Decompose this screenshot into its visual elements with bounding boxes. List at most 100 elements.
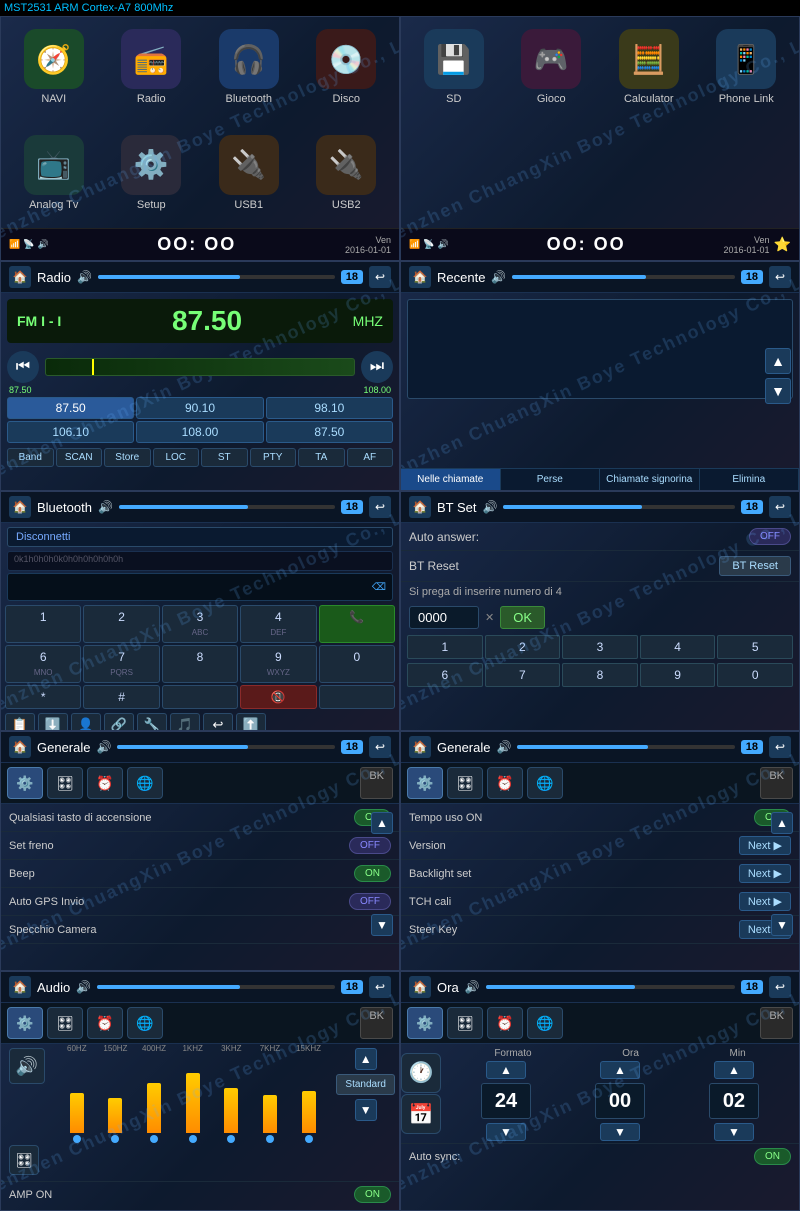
radio-ctrl-scan[interactable]: SCAN xyxy=(56,448,103,467)
audio-eq-icon[interactable]: 🎛 xyxy=(9,1145,39,1175)
audio-scroll-dn[interactable]: ▼ xyxy=(355,1099,377,1121)
right-icon-2[interactable]: 🧮Calculator xyxy=(604,29,694,224)
ora-clock-tab[interactable]: ⏰ xyxy=(487,1007,523,1039)
ora-eq-tab[interactable]: 🎛 xyxy=(447,1007,483,1039)
radio-ctrl-af[interactable]: AF xyxy=(347,448,394,467)
recente-tab-2[interactable]: Chiamate signorina xyxy=(600,469,700,490)
radio-next-btn[interactable]: ⏭ xyxy=(361,351,393,383)
gen2-settings-tab[interactable]: ⚙️ xyxy=(407,767,443,799)
preset-btn-2[interactable]: 98.10 xyxy=(266,397,393,419)
gen1-eq-tab[interactable]: 🎛 xyxy=(47,767,83,799)
radio-ctrl-pty[interactable]: PTY xyxy=(250,448,297,467)
preset-btn-0[interactable]: 87.50 xyxy=(7,397,134,419)
eq-bar-wrap-2[interactable] xyxy=(136,1063,172,1143)
btset-num-0-0[interactable]: 1 xyxy=(407,635,483,659)
eq-bar-wrap-0[interactable] xyxy=(59,1063,95,1143)
radio-vol-slider[interactable] xyxy=(98,275,335,279)
eq-bar-wrap-1[interactable] xyxy=(98,1063,134,1143)
gen1-clock-tab[interactable]: ⏰ xyxy=(87,767,123,799)
left-icon-1[interactable]: 📻Radio xyxy=(107,29,197,119)
min-dn-btn[interactable]: ▼ xyxy=(714,1123,754,1141)
ora-back-btn[interactable]: ↩ xyxy=(769,976,791,998)
bt-home-btn[interactable]: 🏠 xyxy=(9,496,31,518)
bt-act-up[interactable]: ⬆️ xyxy=(236,713,266,731)
audio-eq-tab[interactable]: 🎛 xyxy=(47,1007,83,1039)
ora-home-btn[interactable]: 🏠 xyxy=(409,976,431,998)
audio-settings-tab[interactable]: ⚙️ xyxy=(7,1007,43,1039)
gen1-vol-slider[interactable] xyxy=(117,745,334,749)
left-icon2-2[interactable]: 🔌USB1 xyxy=(204,135,294,225)
recente-tab-0[interactable]: Nelle chiamate xyxy=(401,469,501,490)
left-icon2-3[interactable]: 🔌USB2 xyxy=(302,135,392,225)
bt-back-btn[interactable]: ↩ xyxy=(369,496,391,518)
audio-scroll-up[interactable]: ▲ xyxy=(355,1048,377,1070)
gen1-home-btn[interactable]: 🏠 xyxy=(9,736,31,758)
numpad-btn-1-1[interactable]: 7PQRS xyxy=(83,645,159,683)
standard-btn[interactable]: Standard xyxy=(336,1074,395,1095)
numpad-btn-0-4[interactable]: 📞 xyxy=(319,605,395,643)
btset-num-1-3[interactable]: 9 xyxy=(640,663,716,687)
numpad-btn-1-2[interactable]: 8 xyxy=(162,645,238,683)
recente-home-btn[interactable]: 🏠 xyxy=(409,266,431,288)
amp-toggle[interactable]: ON xyxy=(354,1186,391,1203)
preset-btn-3[interactable]: 106.10 xyxy=(7,421,134,443)
bt-act-dl[interactable]: ⬇️ xyxy=(38,713,68,731)
recente-up-btn[interactable]: ▲ xyxy=(765,348,791,374)
gen2-eq-tab[interactable]: 🎛 xyxy=(447,767,483,799)
btset-back-btn[interactable]: ↩ xyxy=(769,496,791,518)
preset-btn-1[interactable]: 90.10 xyxy=(136,397,263,419)
numpad-btn-2-2[interactable] xyxy=(162,685,238,709)
formato-up-btn[interactable]: ▲ xyxy=(486,1061,526,1079)
numpad-btn-2-1[interactable]: # xyxy=(83,685,159,709)
eq-bar-wrap-4[interactable] xyxy=(214,1063,250,1143)
recente-tab-1[interactable]: Perse xyxy=(501,469,601,490)
gen2-scroll-dn[interactable]: ▼ xyxy=(771,914,793,936)
autosync-toggle[interactable]: ON xyxy=(754,1148,791,1165)
left-icon2-1[interactable]: ⚙️Setup xyxy=(107,135,197,225)
gen1-globe-tab[interactable]: 🌐 xyxy=(127,767,163,799)
left-icon-3[interactable]: 💿Disco xyxy=(302,29,392,119)
btset-num-0-2[interactable]: 3 xyxy=(562,635,638,659)
radio-freq-bar[interactable] xyxy=(45,358,355,376)
right-icon-0[interactable]: 💾SD xyxy=(409,29,499,224)
left-icon2-0[interactable]: 📺Analog Tv xyxy=(9,135,99,225)
recente-back-btn[interactable]: ↩ xyxy=(769,266,791,288)
formato-dn-btn[interactable]: ▼ xyxy=(486,1123,526,1141)
bt-act-link[interactable]: 🔗 xyxy=(104,713,134,731)
gen2-home-btn[interactable]: 🏠 xyxy=(409,736,431,758)
audio-back-btn[interactable]: ↩ xyxy=(369,976,391,998)
radio-home-btn[interactable]: 🏠 xyxy=(9,266,31,288)
btset-num-0-1[interactable]: 2 xyxy=(485,635,561,659)
btset-home-btn[interactable]: 🏠 xyxy=(409,496,431,518)
ora-bk-btn[interactable]: BK xyxy=(760,1007,793,1039)
radio-back-btn[interactable]: ↩ xyxy=(369,266,391,288)
btset-vol-slider[interactable] xyxy=(503,505,734,509)
gen1-bk-btn[interactable]: BK xyxy=(360,767,393,799)
numpad-btn-2-4[interactable] xyxy=(319,685,395,709)
gen2-vol-slider[interactable] xyxy=(517,745,734,749)
btset-num-1-1[interactable]: 7 xyxy=(485,663,561,687)
radio-ctrl-ta[interactable]: TA xyxy=(298,448,345,467)
audio-globe-tab[interactable]: 🌐 xyxy=(127,1007,163,1039)
ora-settings-tab[interactable]: ⚙️ xyxy=(407,1007,443,1039)
radio-ctrl-loc[interactable]: LOC xyxy=(153,448,200,467)
numpad-btn-1-0[interactable]: 6MNO xyxy=(5,645,81,683)
gen1-scroll-up[interactable]: ▲ xyxy=(371,812,393,834)
numpad-btn-2-0[interactable]: * xyxy=(5,685,81,709)
gen2-bk-btn[interactable]: BK xyxy=(760,767,793,799)
gen2-back-btn[interactable]: ↩ xyxy=(769,736,791,758)
btset-pin-input[interactable]: 0000 xyxy=(409,606,479,629)
btset-num-0-3[interactable]: 4 xyxy=(640,635,716,659)
bt-act-back[interactable]: ↩ xyxy=(203,713,233,731)
bt-act-copy[interactable]: 📋 xyxy=(5,713,35,731)
btset-num-1-0[interactable]: 6 xyxy=(407,663,483,687)
preset-btn-4[interactable]: 108.00 xyxy=(136,421,263,443)
right-icon-3[interactable]: 📱Phone Link xyxy=(702,29,792,224)
left-icon-2[interactable]: 🎧Bluetooth xyxy=(204,29,294,119)
ora-dn-btn[interactable]: ▼ xyxy=(600,1123,640,1141)
btset-num-1-4[interactable]: 0 xyxy=(717,663,793,687)
btset-num-1-2[interactable]: 8 xyxy=(562,663,638,687)
btset-auto-answer-toggle[interactable]: OFF xyxy=(749,528,791,545)
bt-act-music[interactable]: 🎵 xyxy=(170,713,200,731)
preset-btn-5[interactable]: 87.50 xyxy=(266,421,393,443)
